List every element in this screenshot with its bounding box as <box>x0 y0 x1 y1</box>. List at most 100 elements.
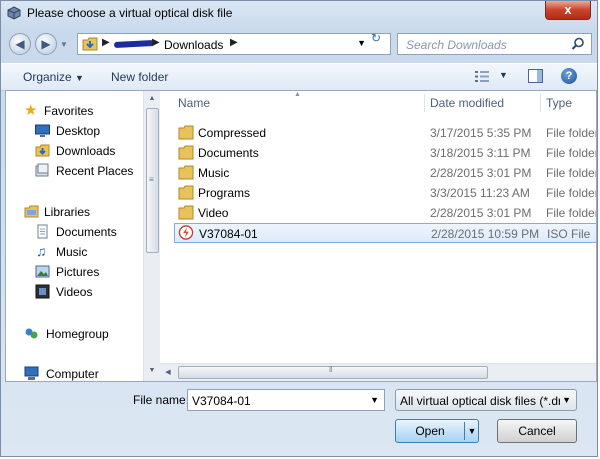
file-type: File folder <box>546 186 597 200</box>
file-row[interactable]: Programs 3/3/2015 11:23 AM File folder <box>174 183 597 203</box>
nav-label: Documents <box>56 225 117 239</box>
nav-label: Homegroup <box>46 327 109 341</box>
file-row[interactable]: Documents 3/18/2015 3:11 PM File folder <box>174 143 596 163</box>
documents-icon <box>37 224 48 239</box>
nav-label: Music <box>56 245 88 259</box>
nav-desktop[interactable]: Desktop <box>6 121 146 141</box>
address-row: ◀ ▶ ▼ ▶ ▶ Downloads ▶ ▼ ↻ Search Downloa… <box>1 29 597 59</box>
scroll-down-icon[interactable]: ▼ <box>144 363 160 379</box>
sort-ascending-icon: ▲ <box>294 91 301 98</box>
scroll-up-icon[interactable]: ▲ <box>144 91 160 107</box>
nav-downloads[interactable]: Downloads <box>6 141 146 161</box>
cancel-button[interactable]: Cancel <box>497 419 577 443</box>
change-view-icon[interactable] <box>475 71 489 82</box>
downloads-icon <box>35 144 50 157</box>
pictures-icon <box>35 265 50 278</box>
close-button[interactable]: x <box>545 1 591 20</box>
file-row[interactable]: Music 2/28/2015 3:01 PM File folder <box>174 163 597 183</box>
command-toolbar: Organize ▼ New folder ▼ ? <box>1 63 597 91</box>
column-header-date[interactable]: Date modified <box>430 91 504 115</box>
nav-label: Computer <box>46 367 99 381</box>
search-box[interactable]: Search Downloads <box>397 33 592 55</box>
nav-recent-places[interactable]: Recent Places <box>6 161 146 181</box>
search-icon[interactable] <box>571 37 585 51</box>
virtualbox-icon <box>7 6 21 20</box>
column-header-name[interactable]: Name <box>178 91 210 115</box>
more-options-dropdown-icon[interactable]: ▼ <box>499 70 508 80</box>
nav-music[interactable]: ♫ Music <box>6 242 146 262</box>
file-type-filter[interactable]: All virtual optical disk files (*.dr ▼ <box>395 389 577 411</box>
iso-file-icon <box>178 225 194 240</box>
refresh-button[interactable]: ↻ <box>365 31 387 47</box>
folder-icon <box>178 125 194 140</box>
nav-videos[interactable]: Videos <box>6 282 146 302</box>
organize-menu[interactable]: Organize ▼ <box>23 70 84 84</box>
file-row[interactable]: Compressed 3/17/2015 5:35 PM File folder <box>174 123 597 143</box>
breadcrumb-chevron-icon[interactable]: ▶ <box>102 37 110 48</box>
dialog-footer: File name: V37084-01 ▼ All virtual optic… <box>1 382 597 458</box>
homegroup-icon <box>25 328 38 339</box>
file-type: File folder <box>546 166 597 180</box>
file-date: 2/28/2015 3:01 PM <box>430 206 532 220</box>
file-date: 2/28/2015 3:01 PM <box>430 166 532 180</box>
search-placeholder: Search Downloads <box>406 38 507 52</box>
nav-label: Recent Places <box>56 164 134 178</box>
file-date: 3/3/2015 11:23 AM <box>430 186 530 200</box>
file-list-scrollbar[interactable]: ◀ ‖ <box>160 363 596 381</box>
new-folder-button[interactable]: New folder <box>111 70 168 84</box>
arrow-left-icon: ◀ <box>15 37 25 51</box>
file-name: V37084-01 <box>199 227 258 241</box>
nav-pictures[interactable]: Pictures <box>6 262 146 282</box>
music-icon: ♫ <box>36 243 47 259</box>
folder-icon <box>178 205 194 220</box>
file-type: File folder <box>546 126 597 140</box>
chevron-down-icon: ▼ <box>75 73 84 83</box>
organize-label: Organize <box>23 70 72 84</box>
chevron-down-icon[interactable]: ▼ <box>370 395 379 405</box>
recent-locations-dropdown-icon[interactable]: ▼ <box>60 40 68 49</box>
file-date: 2/28/2015 10:59 PM <box>431 227 540 241</box>
open-label: Open <box>415 424 445 438</box>
breadcrumb-chevron-icon[interactable]: ▶ <box>152 37 160 48</box>
browser-content: ★ Favorites Desktop Downloads Recent Pla… <box>5 90 597 382</box>
nav-label: Downloads <box>56 144 116 158</box>
forward-button[interactable]: ▶ <box>35 33 57 55</box>
nav-label: Libraries <box>44 205 91 219</box>
breadcrumb-chevron-icon[interactable]: ▶ <box>230 37 238 48</box>
title-bar[interactable]: Please choose a virtual optical disk fil… <box>1 1 597 27</box>
file-name: Compressed <box>198 126 267 140</box>
breadcrumb-downloads[interactable]: Downloads <box>164 38 223 52</box>
folder-icon <box>178 165 194 180</box>
open-button[interactable]: Open ▼ <box>395 419 479 443</box>
nav-scrollbar[interactable]: ▲ ≡ ▼ <box>143 91 160 381</box>
nav-homegroup[interactable]: Homegroup <box>6 324 146 344</box>
scroll-left-icon[interactable]: ◀ <box>160 364 176 381</box>
nav-label: Pictures <box>56 265 100 279</box>
file-name-input[interactable]: V37084-01 ▼ <box>187 389 385 411</box>
nav-libraries[interactable]: Libraries <box>6 202 146 222</box>
back-button[interactable]: ◀ <box>9 33 31 55</box>
refresh-icon: ↻ <box>370 31 382 45</box>
nav-label: Videos <box>56 285 93 299</box>
star-icon: ★ <box>24 102 38 119</box>
grip-icon: ≡ <box>149 175 154 184</box>
nav-scroll-thumb[interactable]: ≡ <box>146 108 159 253</box>
file-list: ▲ Name Date modified Type Compressed 3/1… <box>160 91 597 381</box>
libraries-icon <box>24 205 39 218</box>
nav-favorites[interactable]: ★ Favorites <box>6 101 146 121</box>
chevron-down-icon[interactable]: ▼ <box>466 420 478 442</box>
file-type: ISO File <box>547 227 591 241</box>
file-row[interactable]: Video 2/28/2015 3:01 PM File folder <box>174 203 596 223</box>
nav-computer[interactable]: Computer <box>6 364 146 381</box>
file-list-scroll-thumb[interactable]: ‖ <box>178 365 488 379</box>
column-divider[interactable] <box>540 94 541 112</box>
column-divider[interactable] <box>424 94 425 112</box>
help-icon[interactable]: ? <box>561 68 577 84</box>
address-bar[interactable]: ▶ ▶ Downloads ▶ ▼ <box>77 33 391 55</box>
preview-pane-icon[interactable] <box>528 69 543 83</box>
nav-documents[interactable]: Documents <box>6 222 146 242</box>
recent-places-icon <box>35 163 49 177</box>
navigation-pane: ★ Favorites Desktop Downloads Recent Pla… <box>6 91 160 381</box>
file-row-selected[interactable]: V37084-01 2/28/2015 10:59 PM ISO File <box>174 223 596 243</box>
column-header-type[interactable]: Type <box>546 91 572 115</box>
